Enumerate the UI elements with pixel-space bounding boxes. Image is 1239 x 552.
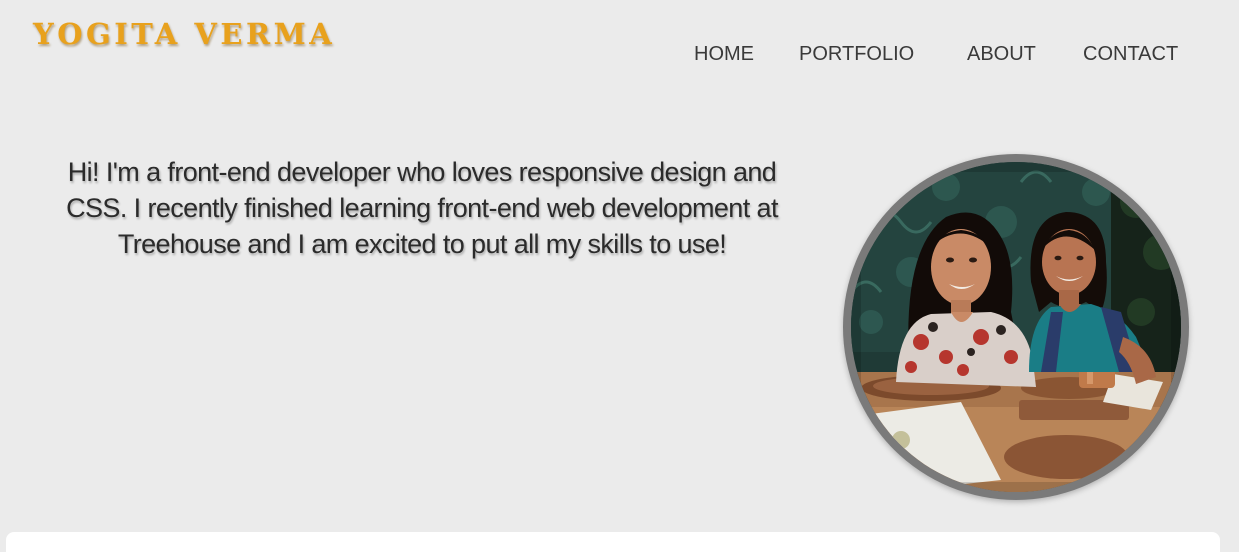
intro-text: Hi! I'm a front-end developer who loves … [66, 157, 778, 259]
nav-item-portfolio[interactable]: PORTFOLIO [799, 40, 914, 68]
content-card-edge [6, 532, 1220, 552]
profile-photo [851, 162, 1181, 492]
main-nav: HOME PORTFOLIO ABOUT CONTACT [0, 40, 1239, 68]
nav-item-home[interactable]: HOME [694, 40, 754, 68]
nav-item-about[interactable]: ABOUT [967, 40, 1036, 68]
profile-photo-image [851, 162, 1181, 492]
profile-photo-frame [843, 154, 1189, 500]
nav-item-contact[interactable]: CONTACT [1083, 40, 1178, 68]
